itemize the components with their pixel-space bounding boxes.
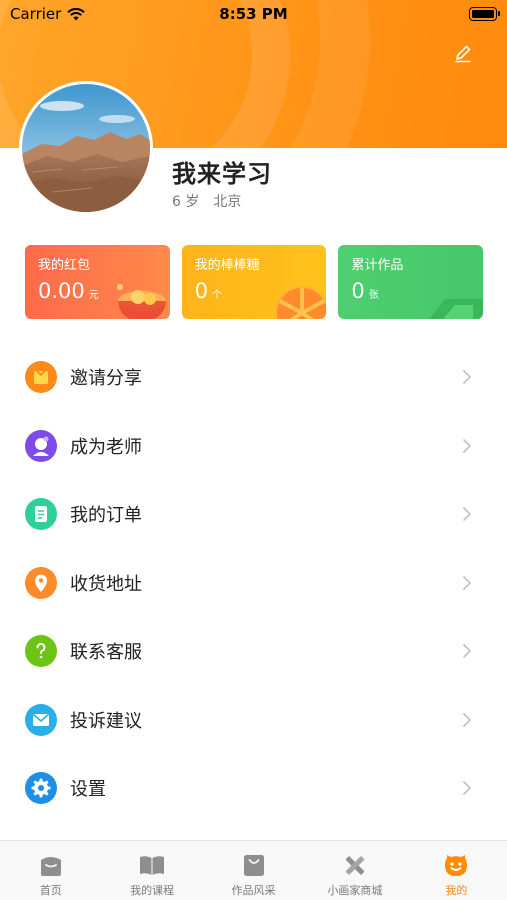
menu-label: 联系客服 bbox=[70, 642, 142, 664]
status-bar: Carrier 8:53 PM bbox=[0, 0, 507, 28]
help-icon bbox=[25, 635, 57, 668]
tab-bar: 首页 我的课程 作品风采 小画家商城 我的 bbox=[0, 840, 507, 900]
pencil-ruler-icon bbox=[345, 856, 365, 875]
card-unit: 元 bbox=[88, 290, 99, 301]
frame-icon bbox=[429, 299, 484, 319]
card-value-number: 0.00 bbox=[38, 279, 85, 303]
menu-label: 投诉建议 bbox=[70, 710, 142, 732]
menu-label: 成为老师 bbox=[70, 436, 142, 458]
edit-profile-button[interactable] bbox=[448, 38, 478, 68]
coin-bowl-icon bbox=[116, 284, 166, 319]
bag-icon bbox=[243, 855, 264, 876]
menu-item-customer-service[interactable]: 联系客服 bbox=[0, 617, 507, 686]
chevron-right-icon bbox=[463, 370, 471, 385]
teacher-icon bbox=[25, 429, 57, 462]
lollipop-card[interactable]: 我的棒棒糖 0个 bbox=[181, 245, 327, 319]
user-age: 6 岁 bbox=[172, 194, 200, 210]
edit-icon bbox=[455, 45, 471, 63]
user-name: 我来学习 bbox=[172, 160, 272, 188]
menu-item-invite-share[interactable]: 邀请分享 bbox=[0, 343, 507, 412]
card-title: 我的棒棒糖 bbox=[194, 258, 260, 273]
menu-label: 设置 bbox=[70, 779, 106, 801]
smiley-icon bbox=[445, 855, 468, 876]
chevron-right-icon bbox=[463, 507, 471, 522]
chevron-right-icon bbox=[463, 781, 471, 796]
menu-label: 我的订单 bbox=[70, 505, 142, 527]
card-value-number: 0 bbox=[194, 279, 209, 303]
menu-item-shipping-address[interactable]: 收货地址 bbox=[0, 549, 507, 618]
battery-icon bbox=[469, 7, 500, 21]
status-time: 8:53 PM bbox=[219, 5, 288, 23]
card-value: 0个 bbox=[195, 279, 222, 303]
chevron-right-icon bbox=[463, 644, 471, 659]
lollipop-icon bbox=[275, 286, 327, 319]
chevron-right-icon bbox=[463, 712, 471, 727]
tab-home[interactable]: 首页 bbox=[0, 841, 101, 900]
card-value: 0张 bbox=[351, 279, 378, 303]
tab-label: 首页 bbox=[39, 884, 62, 897]
works-card[interactable]: 累计作品 0张 bbox=[338, 245, 484, 319]
home-icon bbox=[40, 857, 61, 876]
red-packet-card[interactable]: 我的红包 0.00 元 bbox=[25, 245, 170, 319]
menu-item-become-teacher[interactable]: 成为老师 bbox=[0, 412, 507, 481]
avatar-landscape-image bbox=[22, 84, 150, 212]
gift-icon bbox=[25, 361, 57, 394]
card-title: 我的红包 bbox=[38, 258, 91, 273]
card-title: 累计作品 bbox=[351, 258, 404, 273]
card-value-number: 0 bbox=[351, 279, 365, 303]
tab-my-courses[interactable]: 我的课程 bbox=[101, 841, 202, 900]
menu-label: 邀请分享 bbox=[70, 368, 142, 390]
chevron-right-icon bbox=[463, 438, 471, 453]
tab-label: 我的 bbox=[445, 884, 468, 897]
stats-cards: 我的红包 0.00 元 我的棒棒糖 0个 累计作品 0张 bbox=[25, 245, 484, 319]
location-icon bbox=[25, 566, 57, 599]
menu-item-complaints[interactable]: 投诉建议 bbox=[0, 686, 507, 755]
book-icon bbox=[140, 856, 165, 875]
tab-label: 小画家商城 bbox=[327, 884, 383, 897]
user-meta: 6 岁 北京 bbox=[172, 191, 241, 211]
tab-label: 我的课程 bbox=[130, 884, 175, 897]
user-city: 北京 bbox=[213, 194, 242, 210]
card-unit: 个 bbox=[212, 290, 223, 301]
menu-item-settings[interactable]: 设置 bbox=[0, 754, 507, 823]
tab-shop[interactable]: 小画家商城 bbox=[304, 841, 405, 900]
card-value: 0.00 元 bbox=[38, 279, 99, 303]
mail-icon bbox=[25, 703, 57, 736]
settings-menu: 邀请分享 成为老师 我的订单 收货地址 联系客服 投诉建议 设置 bbox=[0, 343, 507, 823]
chevron-right-icon bbox=[463, 575, 471, 590]
tab-mine[interactable]: 我的 bbox=[406, 841, 507, 900]
order-icon bbox=[25, 498, 57, 531]
tab-works[interactable]: 作品风采 bbox=[203, 841, 304, 900]
avatar[interactable] bbox=[19, 81, 153, 215]
settings-icon bbox=[25, 772, 57, 805]
menu-label: 收货地址 bbox=[70, 573, 142, 595]
tab-label: 作品风采 bbox=[231, 884, 276, 897]
menu-item-my-orders[interactable]: 我的订单 bbox=[0, 480, 507, 549]
card-unit: 张 bbox=[368, 290, 379, 301]
